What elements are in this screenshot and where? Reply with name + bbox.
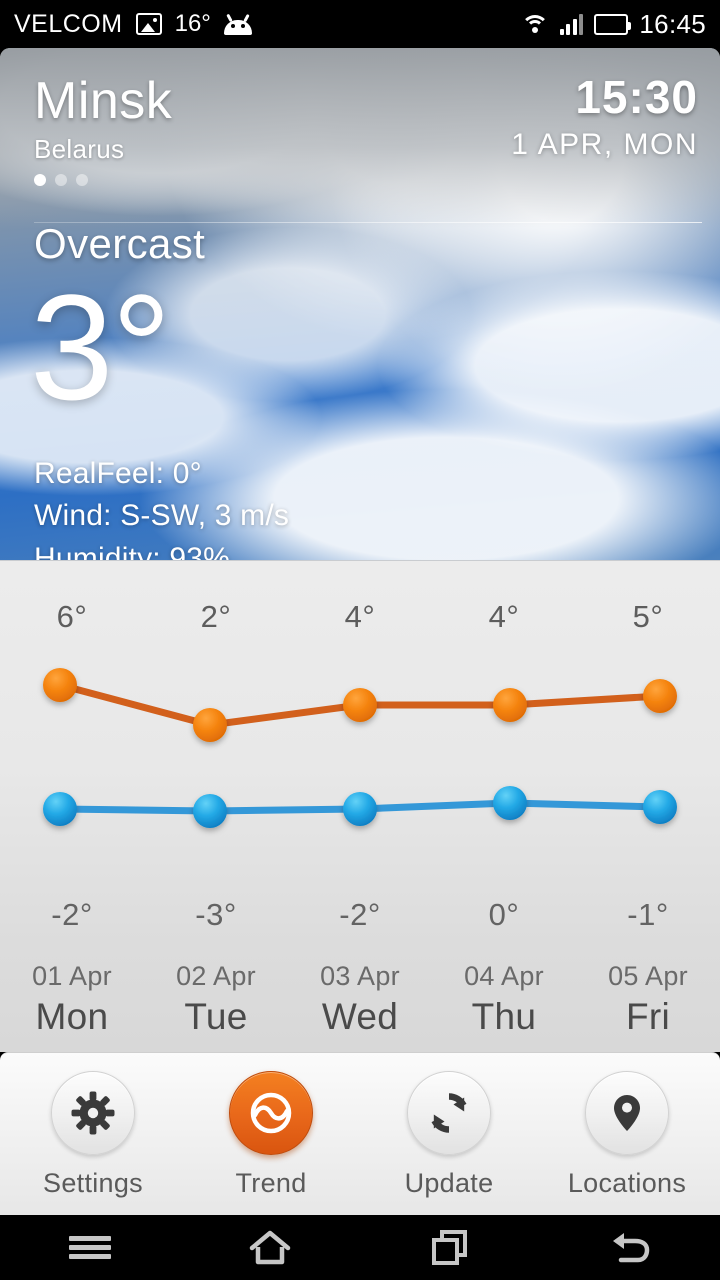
low-temp-row: -2° -3° -2° 0° -1° [0, 897, 720, 933]
day-date: 03 Apr [320, 961, 400, 991]
high-temp-cell: 5° [632, 599, 664, 634]
day-column[interactable]: 04 Apr Thu [432, 961, 576, 1038]
low-temp-cell: -2° [339, 897, 381, 932]
day-name: Wed [321, 996, 399, 1037]
local-time: 15:30 [575, 71, 698, 123]
battery-icon [594, 13, 632, 35]
high-temp-row: 6° 2° 4° 4° 5° [0, 599, 720, 635]
settings-button-circle[interactable] [51, 1071, 135, 1155]
detail-realfeel: RealFeel: 0° [34, 456, 202, 490]
map-pin-icon [614, 1095, 640, 1131]
low-temp-cell: -3° [195, 897, 237, 932]
local-date: 1 APR, MON [511, 128, 698, 161]
update-label: Update [404, 1168, 494, 1198]
settings-button[interactable]: Settings [18, 1071, 168, 1199]
day-date: 05 Apr [608, 961, 688, 991]
photo-icon [135, 13, 162, 35]
menu-icon[interactable] [0, 1215, 180, 1280]
low-temp-cell: -1° [627, 897, 669, 932]
settings-label: Settings [43, 1168, 143, 1198]
wifi-icon [520, 13, 549, 35]
locations-button-circle[interactable] [585, 1071, 669, 1155]
gear-icon [71, 1091, 115, 1135]
condition-text: Overcast [34, 220, 206, 268]
page-dot-3[interactable] [76, 174, 88, 187]
high-temp-cell: 4° [344, 599, 376, 634]
current-details: RealFeel: 0° Wind: S-SW, 3 m/s Humidity:… [34, 453, 686, 560]
update-button[interactable]: Update [374, 1071, 524, 1199]
trend-button[interactable]: Trend [196, 1071, 346, 1199]
day-column[interactable]: 01 Apr Mon [0, 961, 144, 1038]
day-date: 02 Apr [176, 961, 256, 991]
bottom-toolbar: Settings Trend Update Locations [0, 1052, 720, 1215]
day-name: Thu [471, 996, 537, 1037]
android-head-icon [223, 13, 252, 35]
day-date: 04 Apr [464, 961, 544, 991]
page-dot-1[interactable] [34, 174, 46, 187]
cell-signal-icon [559, 13, 584, 35]
status-clock: 16:45 [639, 8, 706, 39]
trend-button-circle[interactable] [229, 1071, 313, 1155]
low-temp-cell: -2° [51, 897, 93, 932]
day-column[interactable]: 02 Apr Tue [144, 961, 288, 1038]
temperature-line-chart [0, 661, 720, 921]
locations-label: Locations [567, 1168, 687, 1198]
trend-wave-icon [250, 1092, 292, 1134]
day-name: Fri [625, 996, 671, 1037]
day-labels-row: 01 Apr Mon 02 Apr Tue 03 Apr Wed 04 Apr … [0, 961, 720, 1038]
chart-svg [43, 661, 677, 921]
day-name: Tue [184, 996, 248, 1037]
trend-label: Trend [235, 1168, 307, 1198]
recents-icon[interactable] [360, 1215, 540, 1280]
hero-clock-block: 15:30 1 APR, MON [511, 70, 698, 162]
status-temperature: 16° [174, 10, 211, 37]
status-bar-left: VELCOM 16° [14, 10, 252, 39]
day-date: 01 Apr [32, 961, 112, 991]
refresh-icon [431, 1093, 467, 1133]
detail-wind: Wind: S-SW, 3 m/s [34, 499, 290, 533]
detail-humidity: Humidity: 93% [34, 542, 231, 560]
phone-screen: VELCOM 16° 16:45 15:30 1 APR, MON Minsk … [0, 0, 720, 1280]
low-temp-cell: 0° [488, 897, 520, 932]
current-weather-panel[interactable]: 15:30 1 APR, MON Minsk Belarus Overcast … [0, 48, 720, 560]
status-bar: VELCOM 16° 16:45 [0, 0, 720, 48]
home-icon[interactable] [180, 1215, 360, 1280]
carrier-label: VELCOM [14, 9, 123, 38]
high-temp-cell: 6° [56, 599, 88, 634]
page-dot-2[interactable] [55, 174, 67, 187]
trend-chart-panel[interactable]: 6° 2° 4° 4° 5° -2° -3° -2° 0° -1° 01 Apr… [0, 560, 720, 1052]
day-column[interactable]: 05 Apr Fri [576, 961, 720, 1038]
locations-button[interactable]: Locations [552, 1071, 702, 1199]
back-icon[interactable] [540, 1215, 720, 1280]
update-button-circle[interactable] [407, 1071, 491, 1155]
android-nav-bar [0, 1215, 720, 1280]
page-indicator[interactable] [34, 174, 686, 187]
day-name: Mon [35, 996, 109, 1037]
high-temp-cell: 2° [200, 599, 232, 634]
current-temperature: 3° [30, 263, 171, 432]
day-column[interactable]: 03 Apr Wed [288, 961, 432, 1038]
status-bar-right: 16:45 [520, 8, 706, 40]
high-temp-cell: 4° [488, 599, 520, 634]
